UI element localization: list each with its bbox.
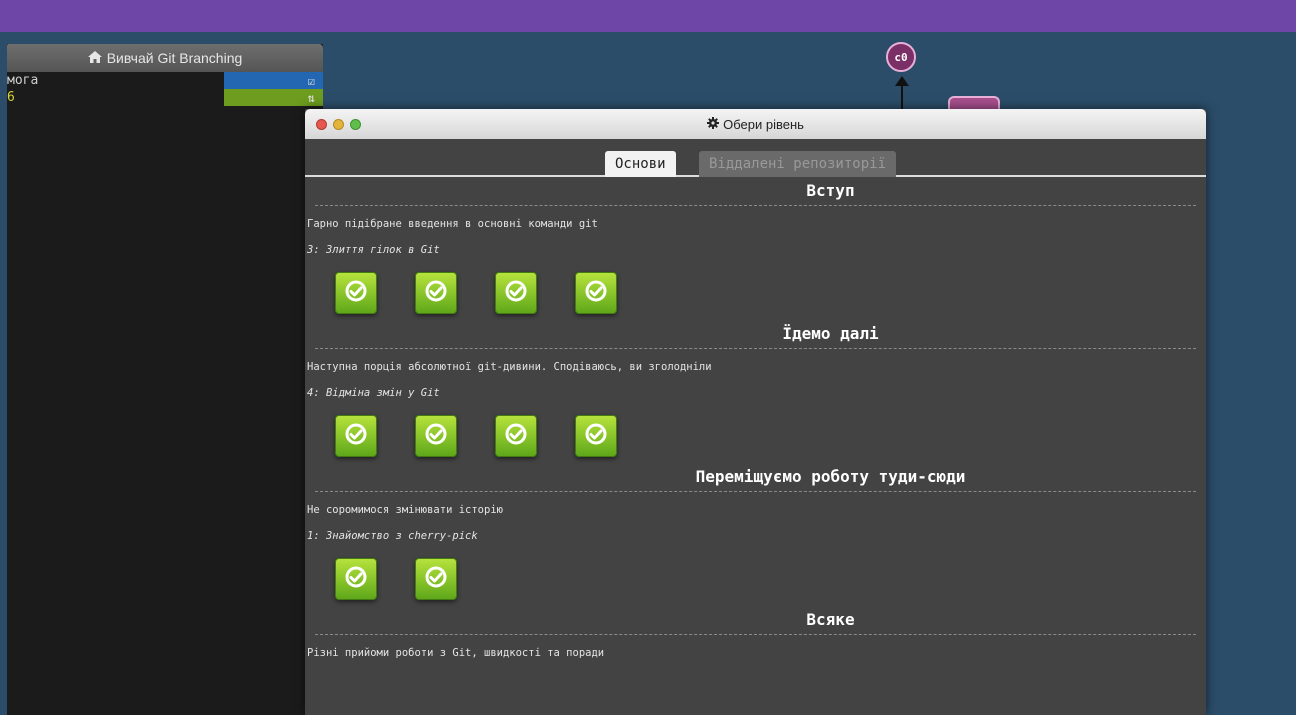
gear-icon [707, 116, 720, 132]
check-circle-icon [424, 279, 448, 307]
check-circle-icon [584, 422, 608, 450]
level-complete-button[interactable] [335, 558, 377, 600]
modal-title: Обери рівень [723, 116, 804, 132]
modal-titlebar: Обери рівень [305, 109, 1206, 139]
check-circle-icon [344, 565, 368, 593]
minimize-window-button[interactable] [333, 119, 344, 130]
terminal-line: 6 ⇅ [7, 89, 323, 106]
section-title: Всяке [806, 610, 855, 629]
close-window-button[interactable] [316, 119, 327, 130]
check-circle-icon [344, 422, 368, 450]
maximize-window-button[interactable] [350, 119, 361, 130]
top-bar [0, 0, 1296, 32]
level-complete-button[interactable] [415, 415, 457, 457]
check-circle-icon [504, 422, 528, 450]
terminal-line-text: 6 [7, 90, 15, 105]
check-circle-icon [504, 279, 528, 307]
level-grid [305, 401, 1206, 463]
commit-edge [901, 84, 903, 110]
section-description: Різні прийоми роботи з Git, швидкості та… [307, 647, 605, 659]
level-grid [305, 544, 1206, 606]
section-description: Не соромимося змінювати історію [307, 504, 503, 516]
terminal-line-text: мога [7, 73, 39, 88]
check-circle-icon [344, 279, 368, 307]
command-terminal: Вивчай Git Branching мога ☑ 6 ⇅ [7, 44, 323, 715]
section-title: Переміщуємо роботу туди-сюди [695, 467, 966, 486]
terminal-title: Вивчай Git Branching [106, 50, 243, 66]
level-tabs: Основи Віддалені репозиторії [305, 139, 1206, 177]
level-section: Переміщуємо роботу туди-сюди Не соромимос… [305, 463, 1206, 606]
section-title: Їдемо далі [782, 324, 879, 343]
section-title: Вступ [806, 181, 855, 200]
commit-node-label: c0 [894, 50, 908, 64]
level-complete-button[interactable] [415, 272, 457, 314]
terminal-line: мога ☑ [7, 72, 323, 89]
sync-icon[interactable]: ⇅ [224, 89, 323, 106]
level-complete-button[interactable] [575, 272, 617, 314]
level-sections: Вступ Гарно підібране введення в основні … [305, 177, 1206, 665]
level-complete-button[interactable] [335, 415, 377, 457]
tab-basics[interactable]: Основи [605, 151, 676, 177]
level-complete-button[interactable] [415, 558, 457, 600]
section-description: Гарно підібране введення в основні коман… [307, 218, 598, 230]
section-current-level: 3: Злиття гілок в Git [307, 244, 440, 256]
section-description: Наступна порція абсолютної git-дивини. С… [307, 361, 712, 373]
level-section: Їдемо далі Наступна порція абсолютної git… [305, 320, 1206, 463]
level-select-modal: Обери рівень Основи Віддалені репозиторі… [305, 109, 1206, 715]
check-circle-icon [584, 279, 608, 307]
level-complete-button[interactable] [575, 415, 617, 457]
level-section: Всяке Різні прийоми роботи з Git, швидкос… [305, 606, 1206, 665]
check-circle-icon [424, 565, 448, 593]
level-grid [305, 258, 1206, 320]
level-complete-button[interactable] [495, 272, 537, 314]
section-current-level: 4: Відміна змін у Git [307, 387, 440, 399]
level-complete-button[interactable] [335, 272, 377, 314]
check-circle-icon [424, 422, 448, 450]
checkbox-icon[interactable]: ☑ [224, 72, 323, 89]
commit-node-c0[interactable]: c0 [886, 42, 916, 72]
section-current-level: 1: Знайомство з cherry-pick [307, 530, 478, 542]
home-icon [87, 50, 102, 66]
level-section: Вступ Гарно підібране введення в основні … [305, 177, 1206, 320]
level-complete-button[interactable] [495, 415, 537, 457]
branch-tag[interactable] [948, 96, 1000, 110]
terminal-header: Вивчай Git Branching [7, 44, 323, 72]
window-controls [316, 119, 361, 130]
tab-remote-repositories[interactable]: Віддалені репозиторії [699, 151, 897, 177]
